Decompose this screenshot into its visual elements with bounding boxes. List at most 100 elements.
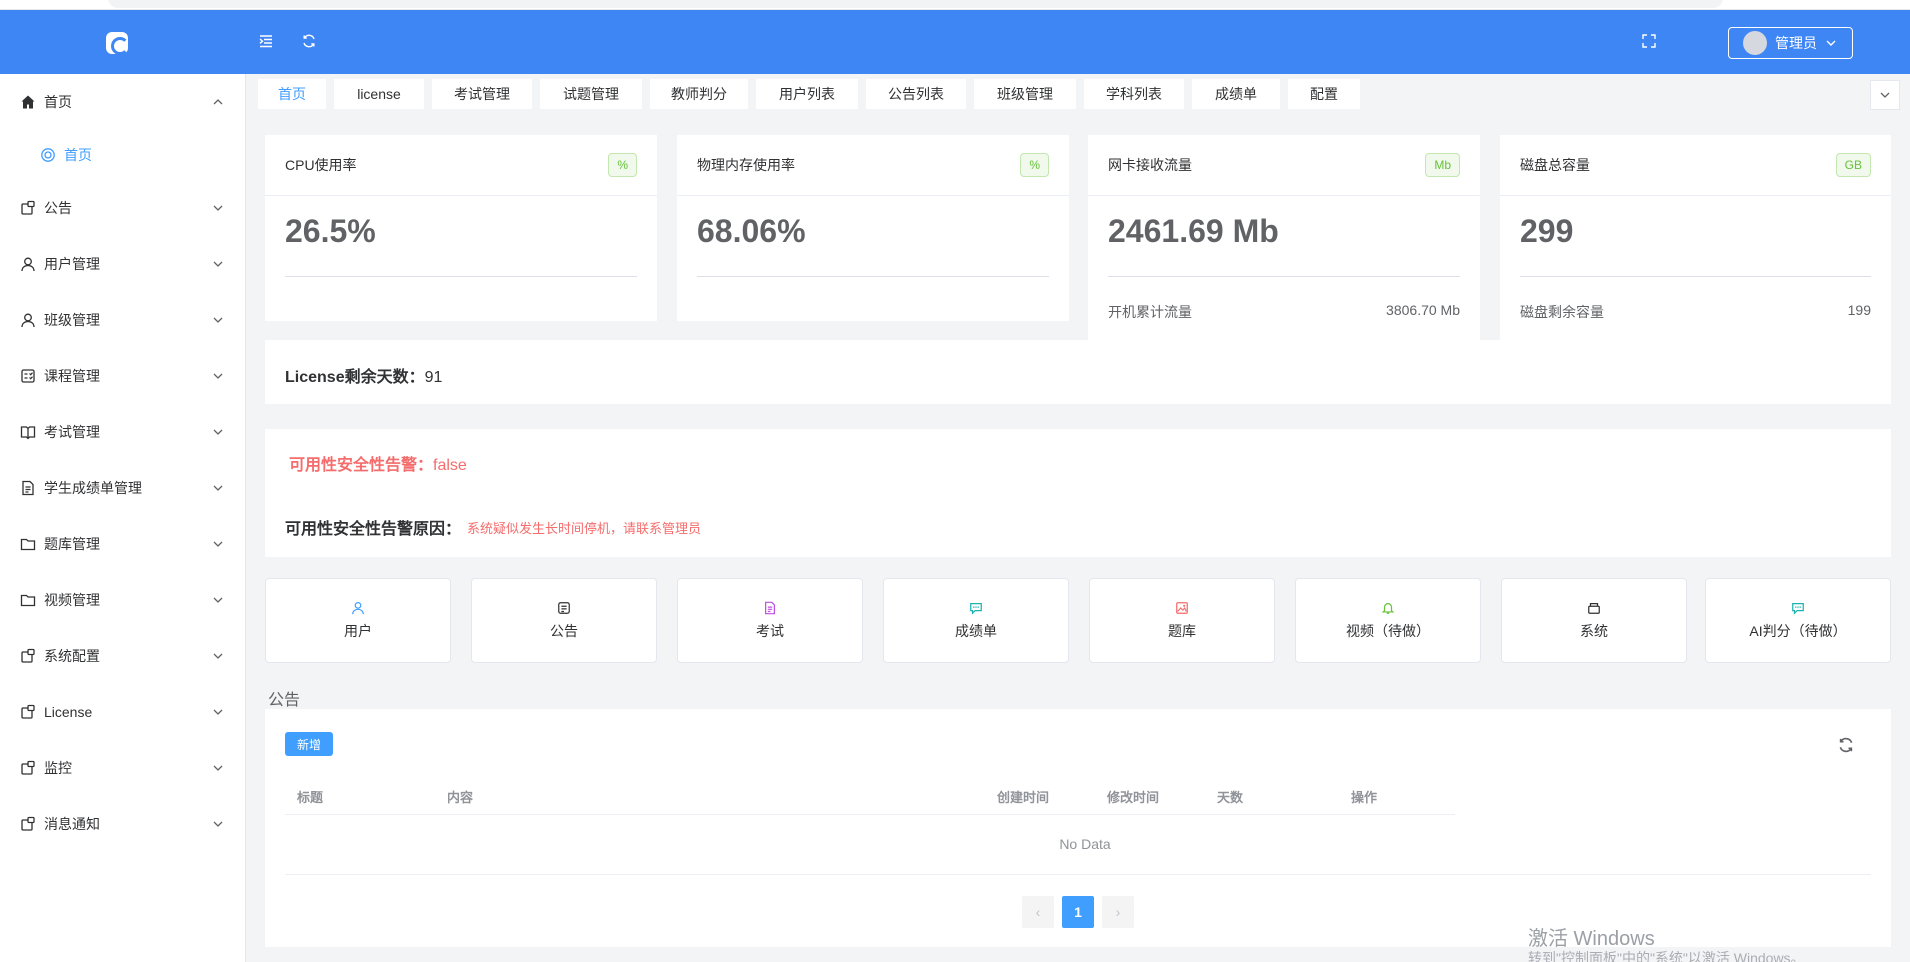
chevron-down-icon <box>213 317 223 323</box>
column-header-days[interactable]: 天数 <box>1217 787 1243 806</box>
doc-icon <box>20 760 36 776</box>
network-traffic-card: 网卡接收流量 Mb 2461.69 Mb 开机累计流量 3806.70 Mb <box>1088 135 1480 340</box>
folder-icon <box>20 592 36 608</box>
disk-capacity-card: 磁盘总容量 GB 299 磁盘剩余容量 199 <box>1500 135 1891 340</box>
chevron-down-icon <box>213 485 223 491</box>
tab-user-list[interactable]: 用户列表 <box>756 79 858 109</box>
top-header: 管理员 <box>0 10 1910 74</box>
sidebar-item-label: 学生成绩单管理 <box>44 480 142 496</box>
column-header-actions[interactable]: 操作 <box>1351 787 1377 806</box>
tab-config[interactable]: 配置 <box>1288 79 1360 109</box>
chevron-up-icon <box>213 99 223 105</box>
shortcut-exams[interactable]: 考试 <box>677 578 863 663</box>
tab-notice-list[interactable]: 公告列表 <box>866 79 966 109</box>
sidebar-item-classes[interactable]: 班级管理 <box>0 292 246 348</box>
chevron-down-icon <box>213 373 223 379</box>
shortcut-notices[interactable]: 公告 <box>471 578 657 663</box>
tab-subject-list[interactable]: 学科列表 <box>1084 79 1184 109</box>
dashboard-icon <box>41 148 55 162</box>
next-page-button[interactable]: › <box>1102 896 1134 928</box>
tabs-more-button[interactable] <box>1870 80 1900 110</box>
sidebar-item-home[interactable]: 首页 <box>0 74 246 130</box>
user-icon <box>20 256 36 272</box>
add-notice-button[interactable]: 新增 <box>285 732 333 756</box>
user-icon <box>20 312 36 328</box>
sidebar-item-monitor[interactable]: 监控 <box>0 740 246 796</box>
sidebar-item-messages[interactable]: 消息通知 <box>0 796 246 852</box>
column-header-title[interactable]: 标题 <box>297 787 323 806</box>
shortcut-ai-grading[interactable]: AI判分（待做） <box>1705 578 1891 663</box>
alert-reason-value: 系统疑似发生长时间停机，请联系管理员 <box>467 520 702 536</box>
tab-transcript[interactable]: 成绩单 <box>1192 79 1280 109</box>
stat-title: 网卡接收流量 <box>1108 157 1192 173</box>
unit-tag: GB <box>1835 153 1871 177</box>
tab-home[interactable]: 首页 <box>258 79 326 109</box>
avatar <box>1743 31 1767 55</box>
stat-foot-label: 开机累计流量 <box>1108 304 1192 320</box>
refresh-icon[interactable] <box>301 33 319 51</box>
activation-watermark-title: 激活 Windows <box>1528 928 1655 950</box>
tab-license[interactable]: license <box>334 79 424 109</box>
doc-icon <box>20 704 36 720</box>
license-days: License剩余天数：91 <box>285 363 442 387</box>
bell-icon <box>1381 602 1395 614</box>
stat-value: 68.06% <box>697 213 806 249</box>
tab-teacher-grading[interactable]: 教师判分 <box>650 79 748 109</box>
shortcut-label: 考试 <box>756 622 784 639</box>
shortcut-system[interactable]: 系统 <box>1501 578 1687 663</box>
sidebar-item-label: 考试管理 <box>44 424 100 440</box>
shortcut-question-bank[interactable]: 题库 <box>1089 578 1275 663</box>
sidebar-item-settings[interactable]: 系统配置 <box>0 628 246 684</box>
license-days-label: License剩余天数： <box>285 369 425 386</box>
unit-tag: % <box>608 153 637 177</box>
sidebar-item-users[interactable]: 用户管理 <box>0 236 246 292</box>
unit-tag: % <box>1020 153 1049 177</box>
sidebar-item-transcripts[interactable]: 学生成绩单管理 <box>0 460 246 516</box>
shortcut-label: 系统 <box>1580 622 1608 639</box>
tab-class-management[interactable]: 班级管理 <box>974 79 1076 109</box>
tab-question-management[interactable]: 试题管理 <box>540 79 642 109</box>
menu-fold-icon[interactable] <box>258 33 276 51</box>
user-menu-button[interactable]: 管理员 <box>1728 27 1853 59</box>
sidebar-item-label: 首页 <box>44 94 72 110</box>
alert-reason-panel: 可用性安全性告警原因： 系统疑似发生长时间停机，请联系管理员 <box>265 491 1891 557</box>
shortcut-users[interactable]: 用户 <box>265 578 451 663</box>
sidebar-item-license[interactable]: License <box>0 684 246 740</box>
app-logo[interactable] <box>106 32 129 55</box>
shortcut-label: 用户 <box>344 622 372 639</box>
sidebar-item-label: 系统配置 <box>44 648 100 664</box>
stat-title: CPU使用率 <box>285 157 357 173</box>
refresh-icon[interactable] <box>1837 736 1855 754</box>
sidebar-subitem-home[interactable]: 首页 <box>0 130 246 180</box>
stat-foot-label: 磁盘剩余容量 <box>1520 304 1604 320</box>
prev-page-button[interactable]: ‹ <box>1022 896 1054 928</box>
security-alert: 可用性安全性告警：false <box>289 451 467 475</box>
page-number-button[interactable]: 1 <box>1062 896 1094 928</box>
column-header-content[interactable]: 内容 <box>447 787 473 806</box>
security-alert-value: false <box>433 457 467 474</box>
home-icon <box>20 94 36 110</box>
address-bar[interactable] <box>108 0 1723 8</box>
user-name: 管理员 <box>1775 35 1817 51</box>
fullscreen-icon[interactable] <box>1641 33 1659 51</box>
chat-icon <box>1792 602 1804 615</box>
chat-icon <box>970 602 982 615</box>
sidebar-item-label: 视频管理 <box>44 592 100 608</box>
tab-exam-management[interactable]: 考试管理 <box>432 79 532 109</box>
sidebar-item-exams[interactable]: 考试管理 <box>0 404 246 460</box>
shortcut-transcripts[interactable]: 成绩单 <box>883 578 1069 663</box>
sidebar-item-videos[interactable]: 视频管理 <box>0 572 246 628</box>
notice-icon <box>558 601 570 614</box>
column-header-modified[interactable]: 修改时间 <box>1107 787 1159 806</box>
chevron-down-icon <box>213 821 223 827</box>
shortcut-label: 视频（待做） <box>1346 622 1430 639</box>
sidebar-item-courses[interactable]: 课程管理 <box>0 348 246 404</box>
sidebar-item-label: 监控 <box>44 760 72 776</box>
alert-reason-label: 可用性安全性告警原因： <box>285 521 462 538</box>
sidebar-item-notice[interactable]: 公告 <box>0 180 246 236</box>
course-icon <box>20 368 36 384</box>
stat-title: 物理内存使用率 <box>697 157 795 173</box>
sidebar-item-question-bank[interactable]: 题库管理 <box>0 516 246 572</box>
column-header-created[interactable]: 创建时间 <box>997 787 1049 806</box>
shortcut-videos[interactable]: 视频（待做） <box>1295 578 1481 663</box>
